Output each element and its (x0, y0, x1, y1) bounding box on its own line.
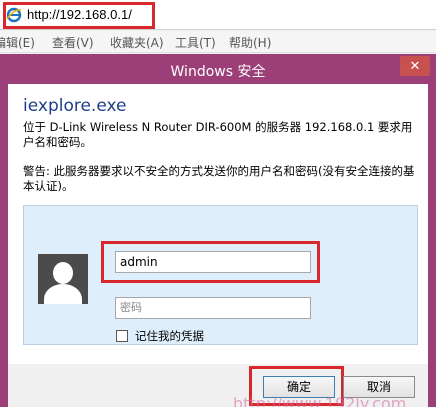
dialog-body: iexplore.exe 位于 D-Link Wireless N Router… (8, 84, 428, 407)
security-dialog: Windows 安全 ✕ iexplore.exe 位于 D-Link Wire… (0, 54, 436, 407)
close-icon: ✕ (409, 58, 421, 73)
menu-bar: 编辑(E) 查看(V) 收藏夹(A) 工具(T) 帮助(H) (0, 31, 436, 53)
user-avatar-icon (38, 254, 88, 304)
menu-item-help[interactable]: 帮助(H) (229, 34, 271, 51)
security-warning: 警告: 此服务器要求以不安全的方式发送你的用户名和密码(没有安全连接的基本认证)… (23, 164, 415, 193)
dialog-titlebar[interactable]: Windows 安全 ✕ (0, 54, 436, 84)
remember-label: 记住我的凭据 (135, 329, 204, 343)
url-highlight-box (3, 2, 155, 29)
dialog-footer: 确定 取消 http://www.192ly.com (8, 364, 428, 407)
credential-panel: admin 密码 记住我的凭据 (23, 205, 418, 345)
watermark: http://www.192ly.com (233, 394, 407, 407)
username-field[interactable]: admin (115, 251, 311, 273)
app-name: iexplore.exe (23, 96, 127, 116)
server-description: 位于 D-Link Wireless N Router DIR-600M 的服务… (23, 120, 413, 149)
address-bar[interactable]: http://192.168.0.1/ (0, 0, 436, 30)
dialog-title: Windows 安全 (170, 64, 266, 80)
remember-checkbox[interactable] (116, 330, 128, 342)
close-button[interactable]: ✕ (400, 56, 430, 76)
menu-item-favorites[interactable]: 收藏夹(A) (110, 34, 164, 51)
menu-item-tools[interactable]: 工具(T) (175, 34, 216, 51)
menu-item-view[interactable]: 查看(V) (52, 34, 94, 51)
password-field[interactable]: 密码 (115, 297, 311, 319)
menu-item-edit[interactable]: 编辑(E) (0, 34, 35, 51)
